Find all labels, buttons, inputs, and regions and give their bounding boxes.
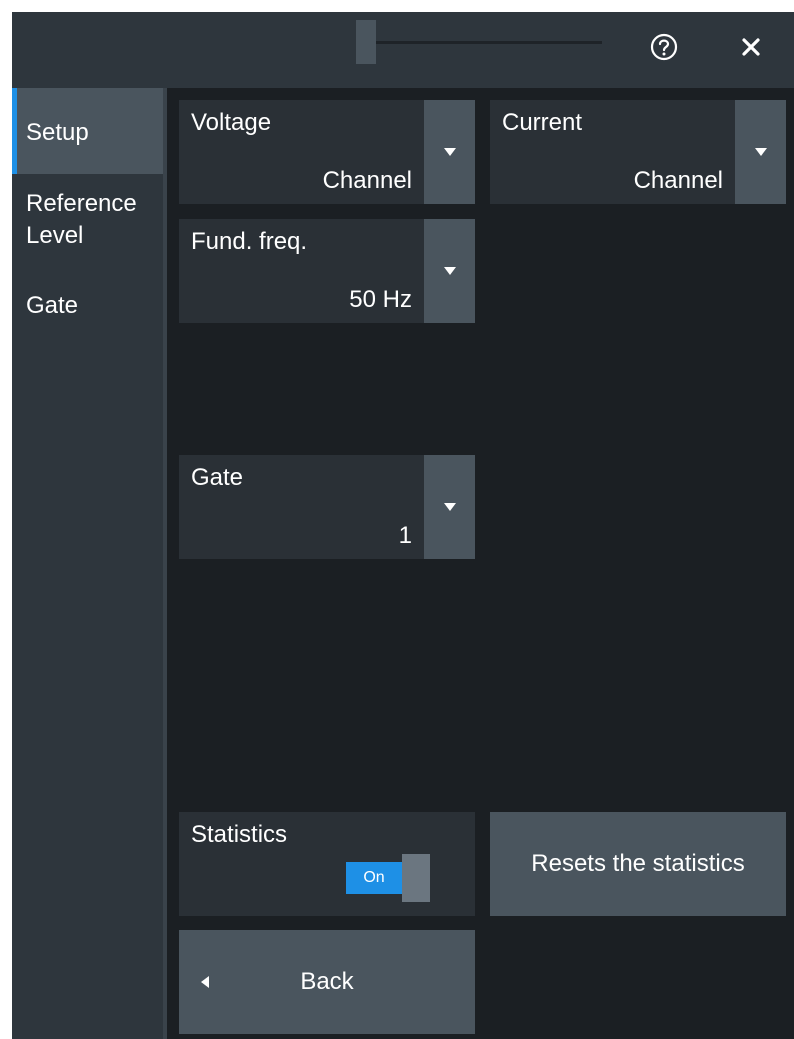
caret-left-icon bbox=[201, 976, 209, 988]
statistics-toggle[interactable]: On bbox=[346, 854, 432, 902]
caret-down-icon bbox=[443, 503, 456, 511]
sidebar-divider bbox=[163, 88, 167, 1039]
statistics-label: Statistics bbox=[191, 821, 288, 848]
help-circle-icon[interactable] bbox=[648, 31, 680, 63]
sidebar-item-reference-level[interactable]: Reference Level bbox=[12, 188, 162, 256]
gate-value: 1 bbox=[398, 522, 412, 549]
voltage-source-dropdown[interactable]: Voltage Channel bbox=[179, 100, 475, 204]
close-icon[interactable] bbox=[735, 31, 767, 63]
caret-down-icon bbox=[443, 148, 456, 156]
current-value: Channel bbox=[633, 167, 723, 194]
measurement-setup-dialog: Setup Reference Level Gate Voltage Chann… bbox=[12, 12, 794, 1039]
statistics-tile: Statistics On bbox=[179, 812, 475, 916]
fund-freq-value: 50 Hz bbox=[349, 286, 412, 313]
current-label: Current bbox=[502, 109, 583, 136]
gate-label: Gate bbox=[191, 464, 244, 491]
sidebar-item-label: Setup bbox=[26, 119, 89, 146]
voltage-label: Voltage bbox=[191, 109, 272, 136]
gate-dropdown[interactable]: Gate 1 bbox=[179, 455, 475, 559]
sidebar-item-gate[interactable]: Gate bbox=[12, 290, 163, 330]
toggle-on-indicator: On bbox=[346, 862, 402, 894]
toggle-knob[interactable] bbox=[402, 854, 430, 902]
back-button[interactable]: Back bbox=[179, 930, 475, 1034]
reset-statistics-button[interactable]: Resets the statistics bbox=[490, 812, 786, 916]
transparency-slider-handle[interactable] bbox=[356, 20, 376, 64]
sidebar-item-setup[interactable]: Setup bbox=[12, 88, 163, 174]
sidebar-item-label: Gate bbox=[26, 292, 79, 319]
dropdown-arrow[interactable] bbox=[424, 455, 475, 559]
transparency-slider-track[interactable] bbox=[376, 41, 602, 44]
current-source-dropdown[interactable]: Current Channel bbox=[490, 100, 786, 204]
voltage-value: Channel bbox=[322, 167, 412, 194]
sidebar: Setup Reference Level Gate bbox=[12, 88, 163, 1039]
back-label: Back bbox=[300, 968, 354, 995]
dropdown-arrow[interactable] bbox=[424, 100, 475, 204]
fund-freq-label: Fund. freq. bbox=[191, 228, 308, 255]
title-bar bbox=[12, 12, 794, 88]
reset-statistics-label: Resets the statistics bbox=[531, 850, 745, 877]
caret-down-icon bbox=[754, 148, 767, 156]
dropdown-arrow[interactable] bbox=[424, 219, 475, 323]
sidebar-item-label: Reference Level bbox=[26, 190, 137, 249]
fundamental-frequency-dropdown[interactable]: Fund. freq. 50 Hz bbox=[179, 219, 475, 323]
dropdown-arrow[interactable] bbox=[735, 100, 786, 204]
caret-down-icon bbox=[443, 267, 456, 275]
